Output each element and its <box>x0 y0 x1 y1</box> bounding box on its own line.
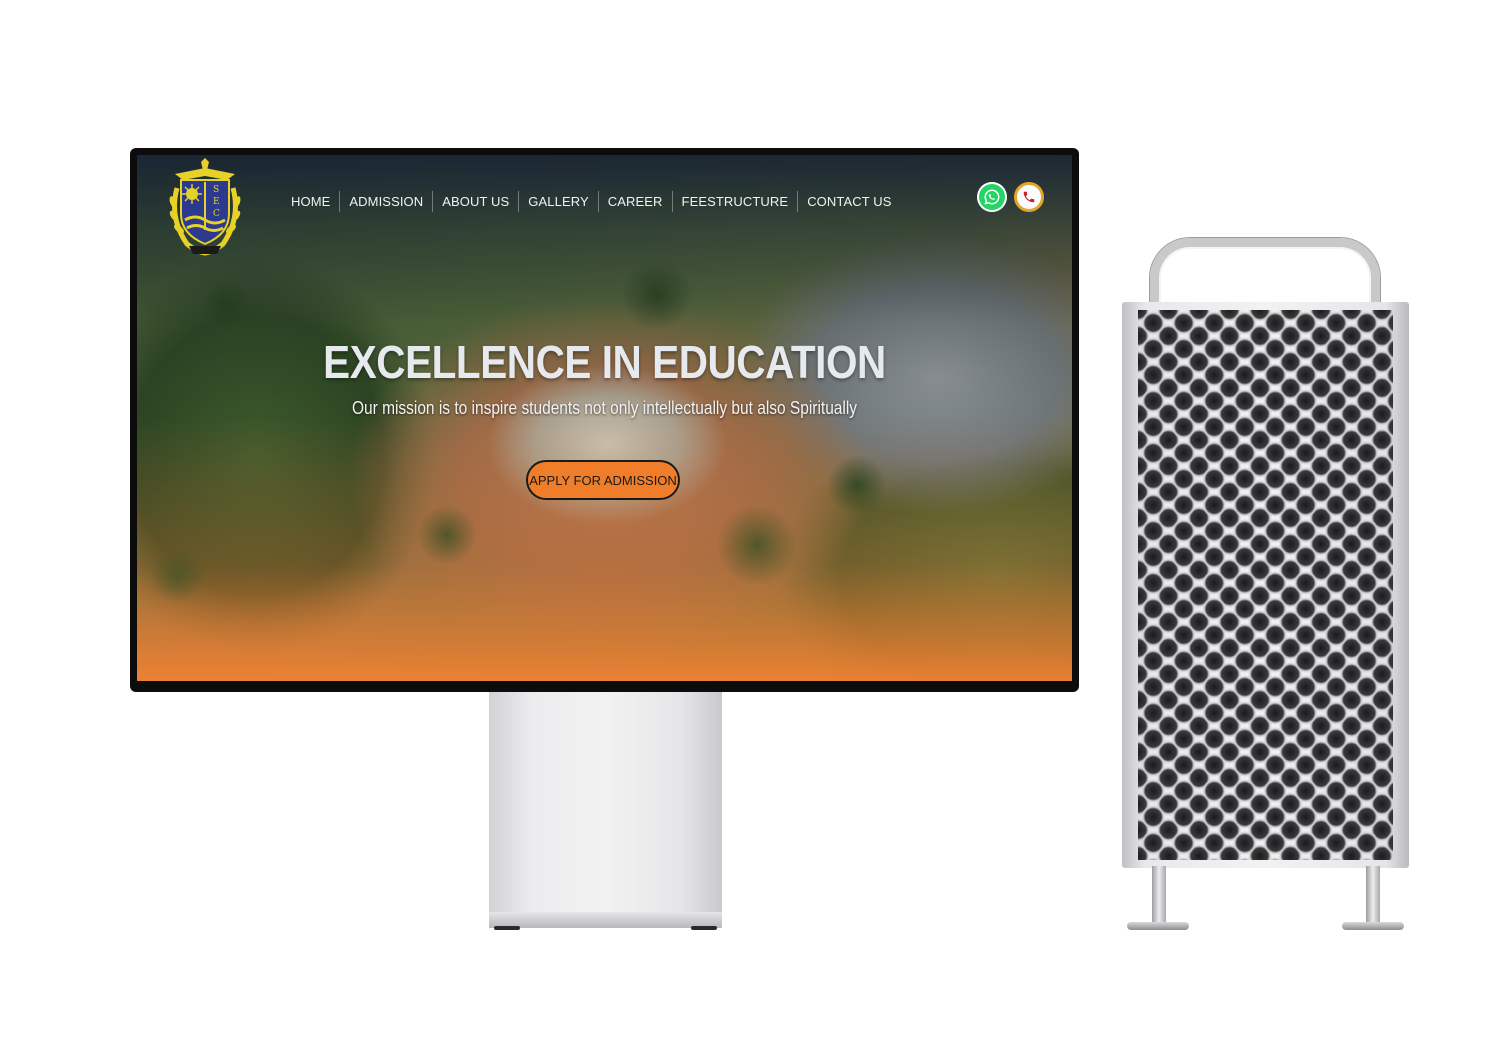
svg-text:C: C <box>213 209 220 219</box>
school-crest-logo[interactable]: S E C <box>167 158 243 260</box>
nav-contact-us[interactable]: CONTACT US <box>798 191 900 212</box>
monitor-stand <box>489 692 722 914</box>
nav-home[interactable]: HOME <box>282 191 341 212</box>
hero-title: EXCELLENCE IN EDUCATION <box>323 336 886 388</box>
mac-pro-tower <box>1122 302 1409 868</box>
hero-subtitle: Our mission is to inspire students not o… <box>351 398 858 418</box>
apply-for-admission-button[interactable]: APPLY FOR ADMISSION <box>526 460 680 500</box>
nav-career[interactable]: CAREER <box>599 191 673 212</box>
monitor-stand-base <box>489 912 722 928</box>
nav-about-us[interactable]: ABOUT US <box>433 191 520 212</box>
studio-display: S E C HOME ADMISSION ABOUT US GALLERY CA… <box>130 148 1079 692</box>
tower-leg-left <box>1152 866 1166 924</box>
tower-foot-left <box>1127 922 1189 930</box>
monitor-foot-left <box>494 926 520 930</box>
whatsapp-icon[interactable] <box>977 182 1007 212</box>
monitor-foot-right <box>691 926 717 930</box>
nav-gallery[interactable]: GALLERY <box>519 191 599 212</box>
website-screen: S E C HOME ADMISSION ABOUT US GALLERY CA… <box>137 155 1072 681</box>
tower-grille <box>1138 310 1393 860</box>
contact-icons <box>977 182 1044 212</box>
phone-icon[interactable] <box>1014 182 1044 212</box>
svg-text:E: E <box>213 197 220 207</box>
svg-text:S: S <box>213 185 219 195</box>
nav-feestructure[interactable]: FEESTRUCTURE <box>673 191 799 212</box>
nav-admission[interactable]: ADMISSION <box>340 191 434 212</box>
tower-leg-right <box>1366 866 1380 924</box>
tower-foot-right <box>1342 922 1404 930</box>
main-nav: HOME ADMISSION ABOUT US GALLERY CAREER F… <box>282 191 901 212</box>
